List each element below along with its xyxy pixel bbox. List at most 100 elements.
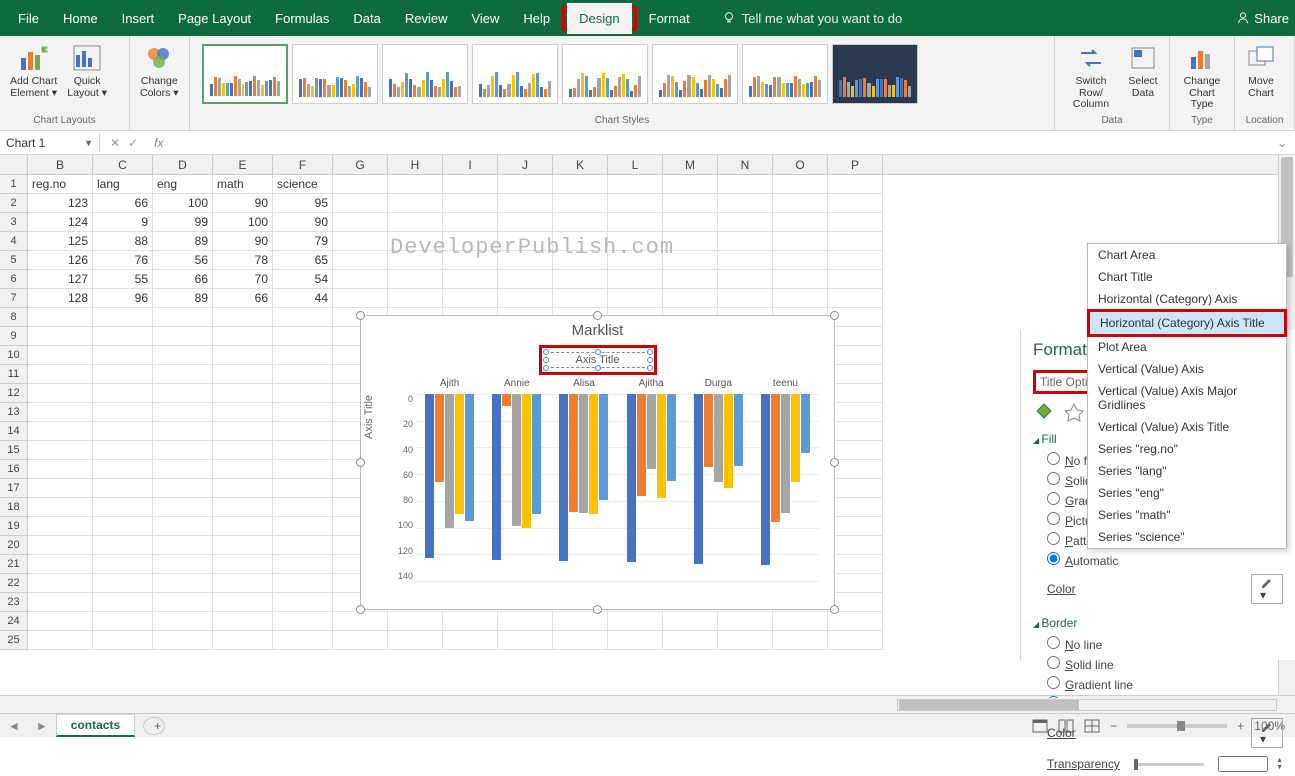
chart-bar[interactable] — [532, 394, 541, 514]
tell-me-search[interactable]: Tell me what you want to do — [722, 11, 902, 26]
effects-icon[interactable] — [1063, 402, 1085, 424]
dropdown-item[interactable]: Series "reg.no" — [1088, 438, 1286, 460]
cell[interactable] — [333, 270, 388, 289]
tab-home[interactable]: Home — [51, 3, 110, 34]
horizontal-axis-title[interactable]: Axis Title — [546, 352, 650, 368]
row-header[interactable]: 25 — [0, 631, 28, 650]
cell[interactable] — [828, 403, 883, 422]
cell[interactable] — [153, 498, 213, 517]
cell[interactable] — [773, 194, 828, 213]
chart-element-dropdown[interactable]: Chart AreaChart TitleHorizontal (Categor… — [1087, 243, 1287, 549]
switch-row-column-button[interactable]: Switch Row/ Column — [1063, 40, 1119, 113]
cell[interactable] — [498, 631, 553, 650]
cell[interactable] — [388, 251, 443, 270]
cell[interactable] — [608, 251, 663, 270]
dropdown-item[interactable]: Vertical (Value) Axis Major Gridlines — [1088, 380, 1286, 416]
cell[interactable] — [28, 517, 93, 536]
cell[interactable] — [388, 612, 443, 631]
cell[interactable] — [333, 194, 388, 213]
cell[interactable] — [93, 422, 153, 441]
cell[interactable]: 89 — [153, 289, 213, 308]
cell[interactable] — [718, 232, 773, 251]
cell[interactable] — [273, 555, 333, 574]
cell[interactable] — [213, 460, 273, 479]
cell[interactable] — [828, 365, 883, 384]
cell[interactable] — [93, 555, 153, 574]
cell[interactable] — [28, 498, 93, 517]
cell[interactable] — [388, 631, 443, 650]
dropdown-item[interactable]: Chart Area — [1088, 244, 1286, 266]
cell[interactable] — [773, 270, 828, 289]
chart-style-thumb[interactable] — [832, 44, 918, 104]
chart-bar[interactable] — [425, 394, 434, 558]
cell[interactable] — [828, 631, 883, 650]
chart-style-thumb[interactable] — [472, 44, 558, 104]
cell[interactable] — [213, 517, 273, 536]
cell[interactable] — [153, 612, 213, 631]
row-header[interactable]: 1 — [0, 175, 28, 194]
cell[interactable] — [608, 289, 663, 308]
cell[interactable] — [828, 612, 883, 631]
chart-bar[interactable] — [761, 394, 770, 565]
chart-style-thumb[interactable] — [202, 44, 288, 104]
cell[interactable] — [718, 631, 773, 650]
cell[interactable] — [213, 422, 273, 441]
column-header[interactable]: J — [498, 155, 553, 174]
cell[interactable] — [93, 479, 153, 498]
cell[interactable] — [443, 232, 498, 251]
cell[interactable] — [273, 517, 333, 536]
cell[interactable] — [28, 346, 93, 365]
cell[interactable] — [443, 213, 498, 232]
cell[interactable] — [553, 194, 608, 213]
row-header[interactable]: 18 — [0, 498, 28, 517]
tab-review[interactable]: Review — [393, 3, 460, 34]
cell[interactable] — [213, 403, 273, 422]
chart-bar[interactable] — [724, 394, 733, 488]
cell[interactable]: 66 — [213, 289, 273, 308]
dropdown-item[interactable]: Chart Title — [1088, 266, 1286, 288]
cell[interactable] — [498, 194, 553, 213]
quick-layout-button[interactable]: Quick Layout ▾ — [65, 40, 109, 101]
radio-option[interactable]: Gradient line — [1033, 674, 1283, 694]
radio-option[interactable]: Solid line — [1033, 654, 1283, 674]
column-header[interactable]: I — [443, 155, 498, 174]
dropdown-item[interactable]: Horizontal (Category) Axis — [1088, 288, 1286, 310]
cell[interactable]: 125 — [28, 232, 93, 251]
cell[interactable] — [153, 536, 213, 555]
column-header[interactable]: L — [608, 155, 663, 174]
cell[interactable] — [153, 384, 213, 403]
cell[interactable]: 66 — [153, 270, 213, 289]
cell[interactable]: reg.no — [28, 175, 93, 194]
transparency-slider[interactable] — [1134, 763, 1204, 766]
cell[interactable]: 90 — [213, 232, 273, 251]
sheet-tab-contacts[interactable]: contacts — [56, 714, 135, 737]
cell[interactable] — [93, 460, 153, 479]
cell[interactable]: 100 — [213, 213, 273, 232]
cell[interactable] — [828, 384, 883, 403]
select-all-corner[interactable] — [0, 155, 28, 174]
cell[interactable] — [498, 232, 553, 251]
cell[interactable] — [273, 422, 333, 441]
cell[interactable] — [273, 346, 333, 365]
tab-design[interactable]: Design — [567, 3, 631, 34]
cell[interactable] — [498, 270, 553, 289]
cell[interactable] — [93, 384, 153, 403]
cell[interactable] — [773, 612, 828, 631]
chart-bar[interactable] — [435, 394, 444, 482]
chart-style-thumb[interactable] — [652, 44, 738, 104]
spin-up-icon[interactable]: ▲ — [1276, 757, 1283, 764]
row-header[interactable]: 13 — [0, 403, 28, 422]
cell[interactable] — [828, 479, 883, 498]
chart-bar[interactable] — [667, 394, 676, 481]
row-header[interactable]: 23 — [0, 593, 28, 612]
tab-file[interactable]: File — [6, 3, 51, 34]
chart-bar[interactable] — [627, 394, 636, 562]
cell[interactable] — [93, 498, 153, 517]
cell[interactable] — [28, 536, 93, 555]
cell[interactable] — [153, 479, 213, 498]
cell[interactable] — [828, 194, 883, 213]
chart-bar[interactable] — [647, 394, 656, 469]
cell[interactable] — [828, 270, 883, 289]
row-header[interactable]: 24 — [0, 612, 28, 631]
resize-handle[interactable] — [356, 605, 365, 614]
